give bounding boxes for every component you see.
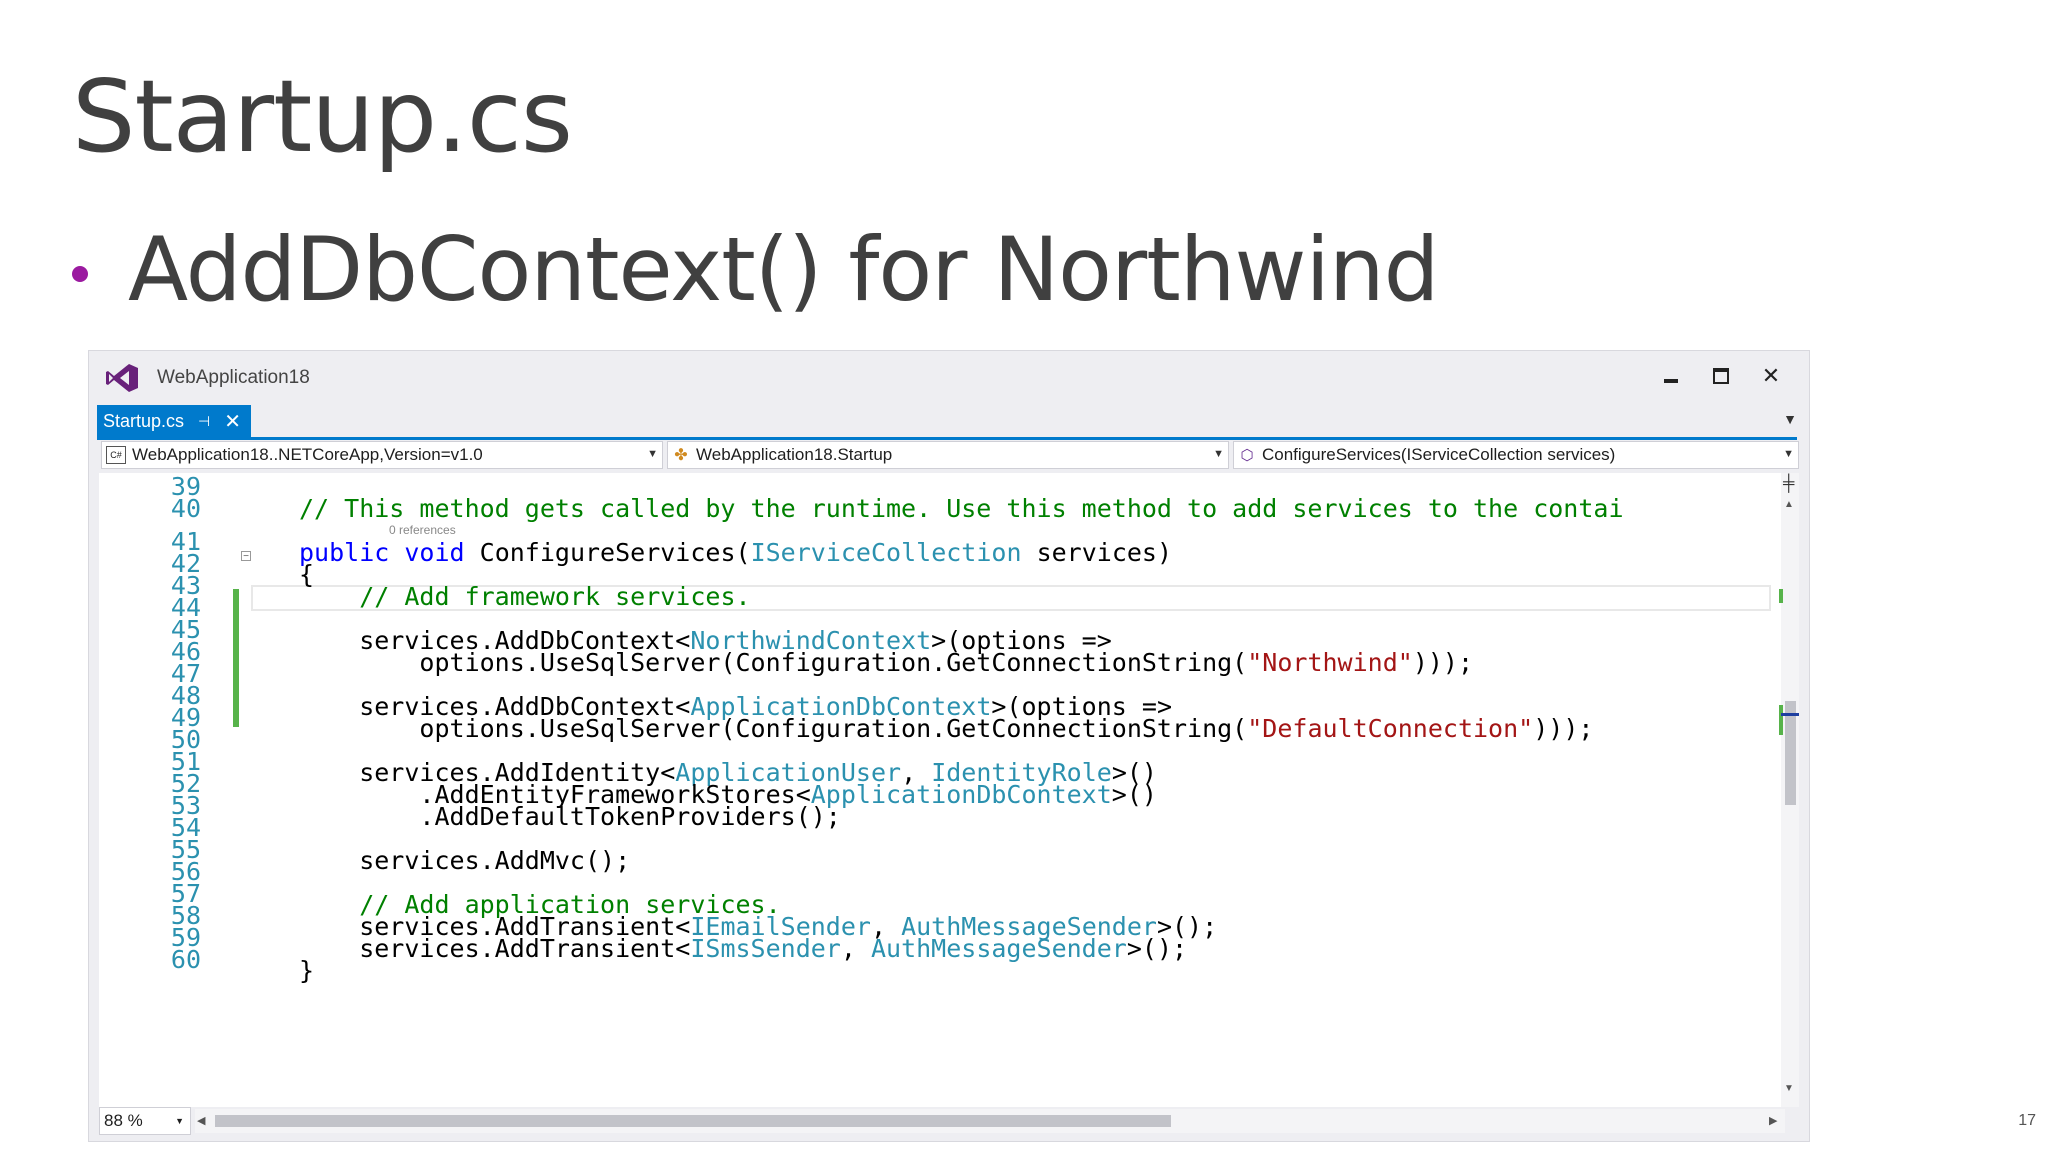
horizontal-scroll-thumb[interactable]: [215, 1115, 1171, 1127]
code-editor[interactable]: 39 40 41 42 43 44 45 46 47 48 49 50 51 52 53 54 55 56 57 58…: [99, 473, 1799, 1107]
pin-icon[interactable]: ⊣: [198, 413, 210, 430]
code-line-49: options.UseSqlServer(Configuration.GetCo…: [299, 714, 1594, 743]
split-handle-icon[interactable]: ╪: [1783, 475, 1794, 493]
app-title: WebApplication18: [157, 367, 310, 388]
line-number: 40: [170, 494, 201, 523]
chevron-down-icon: ▼: [1213, 448, 1224, 460]
visual-studio-logo-icon: [106, 364, 138, 392]
vertical-scroll-thumb[interactable]: [1785, 701, 1796, 805]
navigation-bar: C# WebApplication18..NETCoreApp,Version=…: [101, 441, 1801, 471]
titlebar: WebApplication18 ✕: [89, 351, 1809, 403]
code-line-60: }: [299, 956, 315, 985]
tab-startup-cs[interactable]: Startup.cs ⊣ ✕: [97, 405, 251, 437]
scroll-down-icon[interactable]: ▼: [1784, 1083, 1794, 1094]
change-marker: [1779, 705, 1783, 735]
bullet-row: AddDbContext() for Northwind: [72, 218, 1440, 321]
chevron-down-icon: ▼: [175, 1116, 184, 1126]
close-icon: ✕: [1761, 363, 1781, 388]
bullet-text: AddDbContext() for Northwind: [128, 218, 1440, 321]
vertical-scrollbar[interactable]: ╪ ▲ ▼: [1779, 473, 1799, 1107]
code-line-55: services.AddMvc();: [299, 846, 631, 875]
code-line-46: options.UseSqlServer(Configuration.GetCo…: [299, 648, 1474, 677]
tab-label: Startup.cs: [103, 410, 185, 431]
change-indicator-bar: [233, 589, 239, 727]
zoom-level: 88 %: [104, 1111, 143, 1130]
change-marker: [1779, 589, 1783, 603]
class-icon: ✤: [674, 447, 688, 464]
type-dropdown-label: WebApplication18.Startup: [696, 445, 893, 464]
editor-bottom-bar: 88 % ▼ ◀ ▶: [99, 1107, 1799, 1137]
close-window-button[interactable]: ✕: [1753, 361, 1789, 391]
maximize-button[interactable]: [1703, 361, 1739, 391]
maximize-icon: [1713, 368, 1729, 384]
minimize-button[interactable]: [1653, 361, 1689, 391]
method-icon: ⬡: [1240, 447, 1254, 464]
type-dropdown[interactable]: ✤ WebApplication18.Startup ▼: [667, 441, 1229, 469]
code-line-59: services.AddTransient<ISmsSender, AuthMe…: [299, 934, 1188, 963]
collapse-toggle-icon[interactable]: −: [241, 551, 251, 562]
tab-underline: [97, 437, 1797, 440]
csharp-project-icon: C#: [106, 446, 126, 464]
zoom-dropdown[interactable]: 88 % ▼: [99, 1107, 191, 1135]
document-tabstrip: Startup.cs ⊣ ✕ ▼: [97, 405, 1797, 440]
code-line-43: // Add framework services.: [359, 582, 751, 611]
code-line-40: // This method gets called by the runtim…: [299, 495, 1624, 522]
member-dropdown-label: ConfigureServices(IServiceCollection ser…: [1262, 445, 1616, 464]
code-line-53: .AddDefaultTokenProviders();: [299, 802, 841, 831]
slide-page-number: 17: [2018, 1112, 2036, 1129]
scroll-right-icon[interactable]: ▶: [1769, 1114, 1777, 1127]
chevron-down-icon: ▼: [1783, 448, 1794, 460]
horizontal-scrollbar[interactable]: ◀ ▶: [195, 1109, 1785, 1133]
code-comment: // This method gets called by the runtim…: [299, 494, 1624, 523]
project-dropdown[interactable]: C# WebApplication18..NETCoreApp,Version=…: [101, 441, 663, 469]
slide-title: Startup.cs: [72, 58, 573, 175]
member-dropdown[interactable]: ⬡ ConfigureServices(IServiceCollection s…: [1233, 441, 1799, 469]
scroll-left-icon[interactable]: ◀: [197, 1114, 205, 1127]
close-tab-icon[interactable]: ✕: [224, 409, 241, 434]
references-codelens[interactable]: 0 references: [389, 523, 456, 537]
project-dropdown-label: WebApplication18..NETCoreApp,Version=v1.…: [132, 445, 483, 464]
scroll-up-icon[interactable]: ▲: [1784, 499, 1794, 510]
chevron-down-icon: ▼: [647, 448, 658, 460]
visual-studio-window: WebApplication18 ✕ Startup.cs ⊣ ✕ ▼ C# W…: [88, 350, 1810, 1142]
caret-position-marker: [1781, 713, 1799, 716]
code-line-41: public void ConfigureServices(IServiceCo…: [299, 538, 1173, 567]
minimize-icon: [1664, 379, 1678, 383]
line-number: 60: [170, 945, 201, 974]
bullet-dot-icon: [72, 265, 88, 282]
tab-overflow-chevron-icon[interactable]: ▼: [1783, 411, 1797, 427]
